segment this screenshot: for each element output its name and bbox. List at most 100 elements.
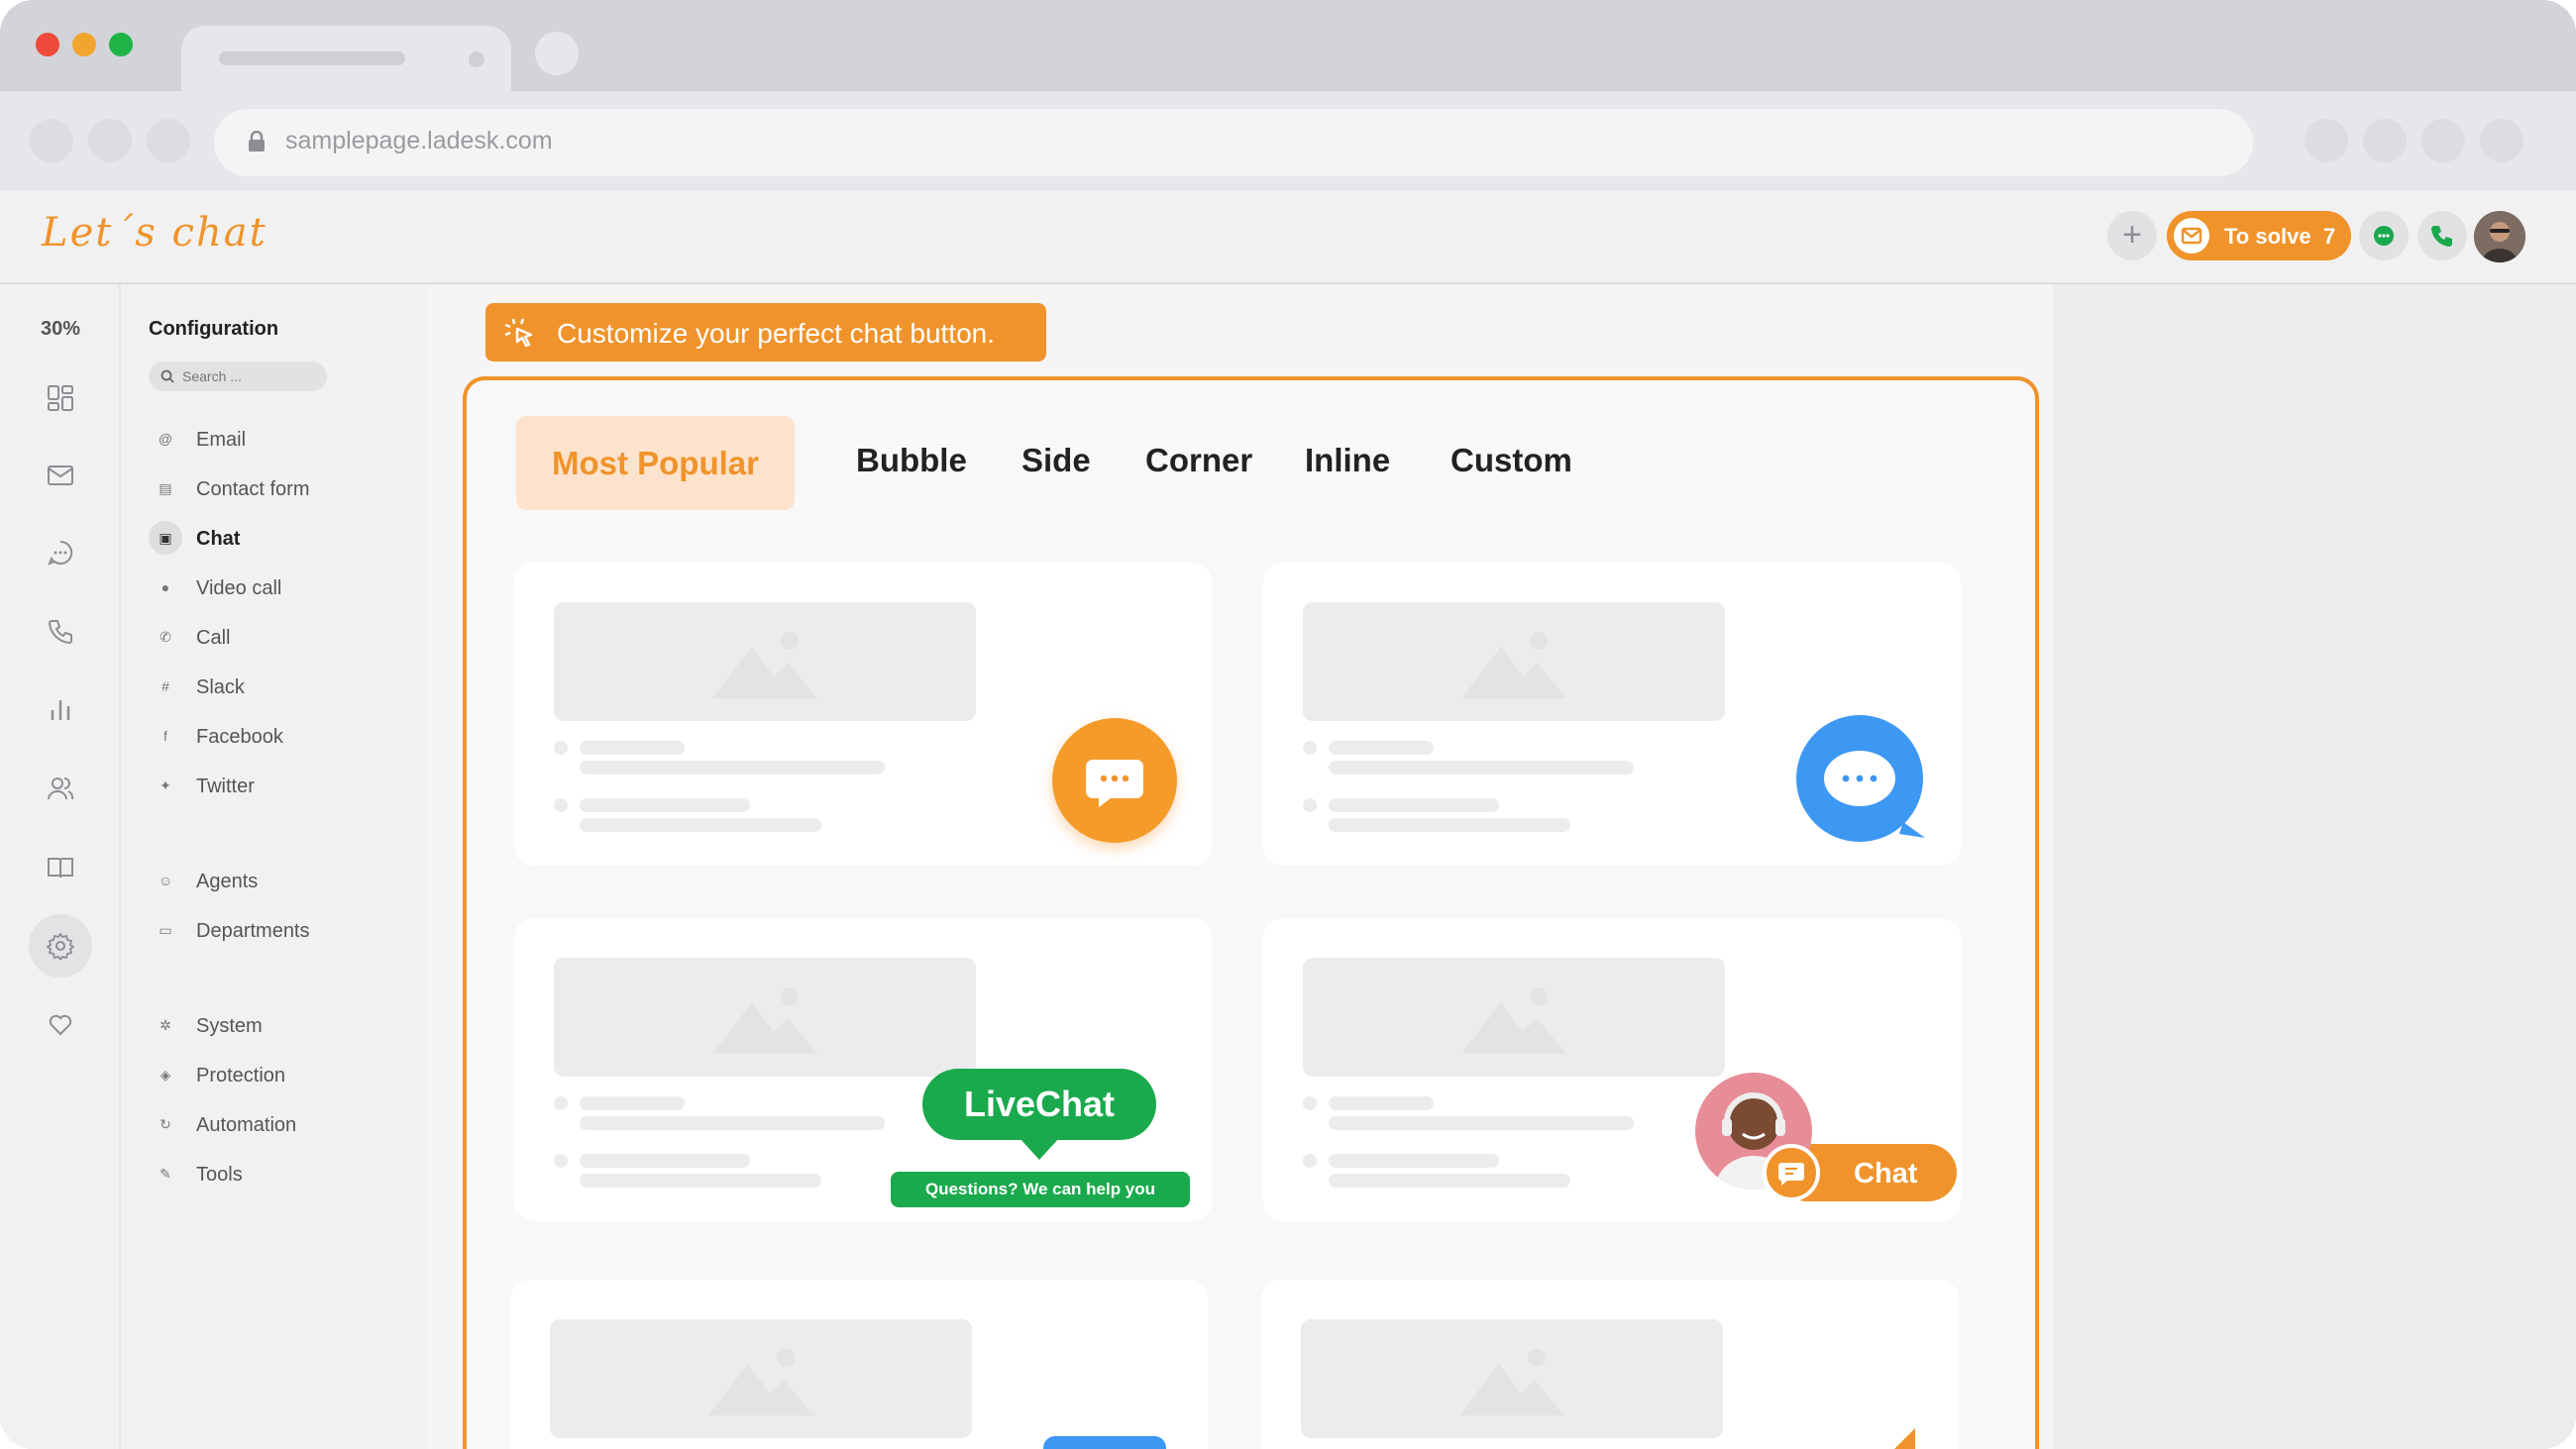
- browser-tab-bar: [0, 0, 2576, 95]
- agent-icon: ☺: [158, 873, 173, 888]
- config-item-label: Protection: [196, 1065, 286, 1087]
- configuration-sidebar: Configuration Search ... @ Email ▤ Contact…: [121, 284, 428, 1449]
- preview-card-orange-bubble[interactable]: [514, 563, 1212, 866]
- search-icon: [161, 369, 174, 383]
- users-icon[interactable]: [36, 764, 85, 813]
- knowledgebase-icon[interactable]: [36, 843, 85, 892]
- blue-chat-bubble-button[interactable]: [1796, 715, 1925, 842]
- tab-side[interactable]: Side: [1021, 442, 1091, 479]
- forward-button[interactable]: [88, 119, 132, 162]
- config-item-video-call[interactable]: ● Video call: [149, 569, 416, 606]
- chat-bubble-icon: [2374, 226, 2394, 246]
- lock-icon: [249, 131, 265, 152]
- config-item-twitter[interactable]: ✦ Twitter: [149, 767, 416, 804]
- chat-button-gallery: Most Popular Bubble Side Corner Inline C…: [463, 376, 2039, 1449]
- preview-card-5[interactable]: [510, 1280, 1208, 1449]
- user-avatar[interactable]: [2474, 211, 2525, 262]
- twitter-icon: ✦: [160, 777, 171, 793]
- preview-card-agent-chat[interactable]: Chat: [1263, 918, 1961, 1221]
- config-item-label: Tools: [196, 1164, 243, 1186]
- app-logo[interactable]: Let´s chat: [42, 210, 268, 256]
- config-item-label: System: [196, 1015, 263, 1037]
- config-item-tools[interactable]: ✎ Tools: [149, 1155, 416, 1192]
- image-placeholder: [550, 1319, 972, 1438]
- orange-corner-button[interactable]: [1876, 1428, 1915, 1449]
- back-button[interactable]: [30, 119, 73, 162]
- config-item-label: Facebook: [196, 726, 283, 748]
- phone-icon[interactable]: [36, 607, 85, 657]
- tab-custom[interactable]: Custom: [1450, 442, 1572, 479]
- wrench-icon: ✎: [160, 1166, 171, 1182]
- address-bar[interactable]: samplepage.ladesk.com: [214, 109, 2253, 176]
- config-item-label: Video call: [196, 577, 282, 599]
- orange-chat-bubble-button[interactable]: [1052, 718, 1177, 843]
- new-tab-button[interactable]: [535, 32, 579, 75]
- config-item-call[interactable]: ✆ Call: [149, 618, 416, 656]
- config-item-label: Departments: [196, 920, 310, 942]
- image-icon: [712, 632, 817, 698]
- config-item-departments[interactable]: ▭ Departments: [149, 911, 416, 949]
- dashboard-icon[interactable]: [36, 373, 85, 423]
- livechat-button[interactable]: LiveChat: [922, 1069, 1156, 1140]
- tab-bubble[interactable]: Bubble: [856, 442, 967, 479]
- image-icon: [708, 1349, 813, 1415]
- refresh-icon: ↻: [160, 1116, 171, 1132]
- shield-icon: ◈: [160, 1067, 171, 1083]
- chat-icon: ▣: [149, 521, 182, 555]
- mail-icon[interactable]: [36, 451, 85, 500]
- config-item-chat[interactable]: ▣ Chat: [149, 519, 416, 557]
- config-item-slack[interactable]: # Slack: [149, 668, 416, 705]
- add-button[interactable]: +: [2107, 211, 2157, 260]
- chat-bubble-icon: [1086, 760, 1143, 807]
- livechat-subtitle-bar[interactable]: Questions? We can help you: [891, 1172, 1190, 1207]
- preview-card-livechat[interactable]: LiveChat Questions? We can help you: [514, 918, 1212, 1221]
- chat-status-button[interactable]: [2359, 211, 2409, 260]
- extension-button-2[interactable]: [2363, 119, 2407, 162]
- config-item-automation[interactable]: ↻ Automation: [149, 1105, 416, 1143]
- speech-bubble-icon: [1824, 751, 1925, 838]
- browser-tab[interactable]: [181, 26, 511, 95]
- config-item-facebook[interactable]: f Facebook: [149, 717, 416, 755]
- config-item-email[interactable]: @ Email: [149, 420, 416, 458]
- config-item-protection[interactable]: ◈ Protection: [149, 1056, 416, 1093]
- banner-text: Customize your perfect chat button.: [557, 318, 995, 349]
- image-placeholder: [554, 958, 976, 1077]
- reports-icon[interactable]: [36, 685, 85, 735]
- tab-corner[interactable]: Corner: [1145, 442, 1252, 479]
- config-item-label: Contact form: [196, 478, 310, 500]
- image-icon: [712, 987, 817, 1054]
- extension-button-4[interactable]: [2480, 119, 2523, 162]
- reload-button[interactable]: [147, 119, 190, 162]
- search-placeholder: Search ...: [182, 368, 242, 384]
- to-solve-button[interactable]: To solve 7: [2167, 211, 2351, 260]
- minimize-window-button[interactable]: [72, 33, 96, 56]
- heart-icon[interactable]: [36, 999, 85, 1049]
- tab-most-popular[interactable]: Most Popular: [516, 416, 795, 510]
- config-item-label: Twitter: [196, 776, 255, 797]
- left-rail: 30%: [0, 284, 121, 1449]
- config-item-contact-form[interactable]: ▤ Contact form: [149, 469, 416, 507]
- form-icon: ▤: [159, 480, 172, 496]
- folder-icon: ▭: [159, 922, 172, 938]
- preview-card-blue-bubble[interactable]: [1263, 563, 1961, 866]
- config-item-system[interactable]: ✲ System: [149, 1006, 416, 1044]
- close-window-button[interactable]: [36, 33, 59, 56]
- configuration-title: Configuration: [149, 318, 279, 340]
- slack-icon: #: [161, 678, 169, 694]
- preview-card-6[interactable]: [1261, 1280, 1959, 1449]
- mail-icon: [2174, 218, 2209, 254]
- extension-button-3[interactable]: [2421, 119, 2465, 162]
- chat-square-icon: [1763, 1144, 1820, 1201]
- call-status-button[interactable]: [2417, 211, 2467, 260]
- maximize-window-button[interactable]: [109, 33, 133, 56]
- blue-side-button[interactable]: [1043, 1436, 1166, 1449]
- config-item-agents[interactable]: ☺ Agents: [149, 862, 416, 899]
- tab-inline[interactable]: Inline: [1305, 442, 1390, 479]
- tab-close-icon[interactable]: [469, 52, 484, 67]
- config-search-input[interactable]: Search ...: [149, 362, 327, 391]
- image-placeholder: [1301, 1319, 1723, 1438]
- to-solve-count: 7: [2323, 224, 2336, 249]
- extension-button-1[interactable]: [2305, 119, 2348, 162]
- chat-icon[interactable]: [36, 528, 85, 577]
- configuration-gear-icon[interactable]: [29, 914, 92, 978]
